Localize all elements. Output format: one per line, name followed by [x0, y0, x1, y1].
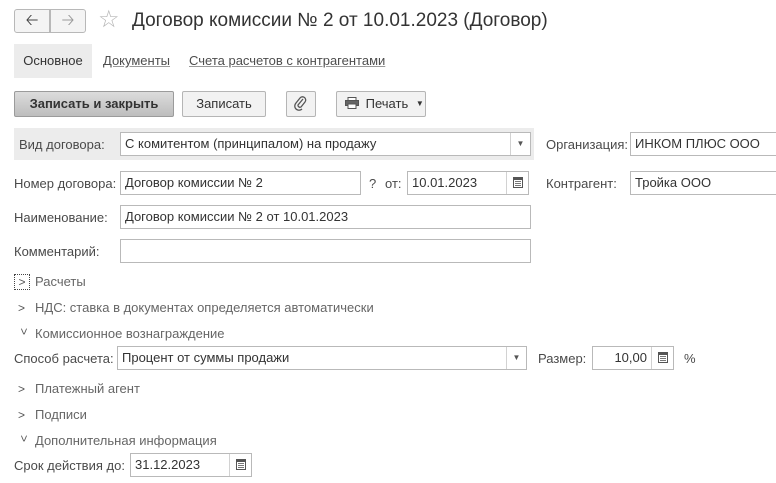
comment-input[interactable] [120, 239, 531, 263]
contract-number-value: Договор комиссии № 2 [125, 175, 263, 190]
counterparty-label: Контрагент: [546, 176, 617, 191]
calc-method-label: Способ расчета: [14, 351, 114, 366]
section-additional[interactable]: > Дополнительная информация [17, 433, 217, 448]
save-button[interactable]: Записать [182, 91, 266, 117]
chevron-down-icon[interactable]: ▼ [506, 347, 526, 369]
section-commission-label: Комиссионное вознаграждение [35, 326, 225, 341]
print-button[interactable]: Печать ▼ [336, 91, 426, 117]
section-vat[interactable]: > НДС: ставка в документах определяется а… [18, 300, 374, 315]
chevron-right-icon: > [18, 408, 26, 422]
comment-label: Комментарий: [14, 244, 100, 259]
calc-method-value: Процент от суммы продажи [122, 350, 290, 365]
section-vat-label: НДС: ставка в документах определяется ав… [35, 300, 374, 315]
section-payment-agent[interactable]: > Платежный агент [18, 381, 140, 396]
tab-main[interactable]: Основное [14, 44, 92, 78]
valid-until-input[interactable]: 31.12.2023 [130, 453, 252, 477]
contract-date-input[interactable]: 10.01.2023 [407, 171, 529, 195]
printer-icon [345, 97, 359, 109]
section-settlements[interactable]: > Расчеты [14, 274, 86, 290]
counterparty-value: Тройка ООО [635, 175, 712, 190]
chevron-down-icon: ▼ [415, 99, 424, 108]
forward-button[interactable]: 🡢 [50, 9, 86, 33]
save-and-close-button[interactable]: Записать и закрыть [14, 91, 174, 117]
organization-field[interactable]: ИНКОМ ПЛЮС ООО [630, 132, 776, 156]
contract-type-value: С комитентом (принципалом) на продажу [125, 136, 377, 151]
date-from-label: от: [385, 176, 402, 191]
contract-date-value: 10.01.2023 [412, 175, 478, 190]
name-value: Договор комиссии № 2 от 10.01.2023 [125, 209, 349, 224]
chevron-down-icon: > [17, 435, 31, 443]
percent-unit: % [684, 351, 696, 366]
window-title: Договор комиссии № 2 от 10.01.2023 (Дого… [132, 10, 548, 31]
contract-number-label: Номер договора: [14, 176, 117, 191]
chevron-down-icon: > [17, 328, 31, 336]
chevron-right-icon: > [18, 301, 26, 315]
size-value: 10,00 [614, 350, 647, 365]
arrow-right-icon: 🡢 [61, 12, 75, 29]
valid-until-label: Срок действия до: [14, 458, 125, 473]
contract-number-input[interactable]: Договор комиссии № 2 [120, 171, 361, 195]
organization-value: ИНКОМ ПЛЮС ООО [635, 136, 760, 151]
help-icon[interactable]: ? [369, 176, 376, 191]
section-signatures-label: Подписи [35, 407, 87, 422]
chevron-right-icon: > [18, 382, 26, 396]
chevron-right-icon: > [14, 274, 30, 290]
calendar-icon[interactable] [229, 454, 251, 476]
chevron-down-icon[interactable]: ▼ [510, 133, 530, 155]
section-additional-label: Дополнительная информация [35, 433, 217, 448]
calc-method-select[interactable]: Процент от суммы продажи ▼ [117, 346, 527, 370]
paperclip-icon [294, 96, 307, 111]
section-signatures[interactable]: > Подписи [18, 407, 87, 422]
section-commission[interactable]: > Комиссионное вознаграждение [17, 326, 225, 341]
calculator-icon[interactable] [651, 347, 673, 369]
organization-label: Организация: [546, 137, 629, 152]
back-button[interactable]: 🡠 [14, 9, 50, 33]
attach-button[interactable] [286, 91, 316, 117]
size-label: Размер: [538, 351, 587, 366]
counterparty-field[interactable]: Тройка ООО [630, 171, 776, 195]
section-payment-agent-label: Платежный агент [35, 381, 140, 396]
contract-type-label: Вид договора: [19, 137, 105, 152]
name-input[interactable]: Договор комиссии № 2 от 10.01.2023 [120, 205, 531, 229]
valid-until-value: 31.12.2023 [135, 457, 201, 472]
arrow-left-icon: 🡠 [25, 12, 39, 29]
tab-documents[interactable]: Документы [103, 44, 170, 78]
name-label: Наименование: [14, 210, 108, 225]
tab-settlement-accounts[interactable]: Счета расчетов с контрагентами [189, 44, 385, 78]
size-input[interactable]: 10,00 [592, 346, 674, 370]
calendar-icon[interactable] [506, 172, 528, 194]
contract-type-select[interactable]: С комитентом (принципалом) на продажу ▼ [120, 132, 531, 156]
section-settlements-label: Расчеты [35, 274, 86, 289]
print-label: Печать [365, 96, 409, 111]
favorite-star-icon[interactable]: ☆ [98, 6, 120, 34]
